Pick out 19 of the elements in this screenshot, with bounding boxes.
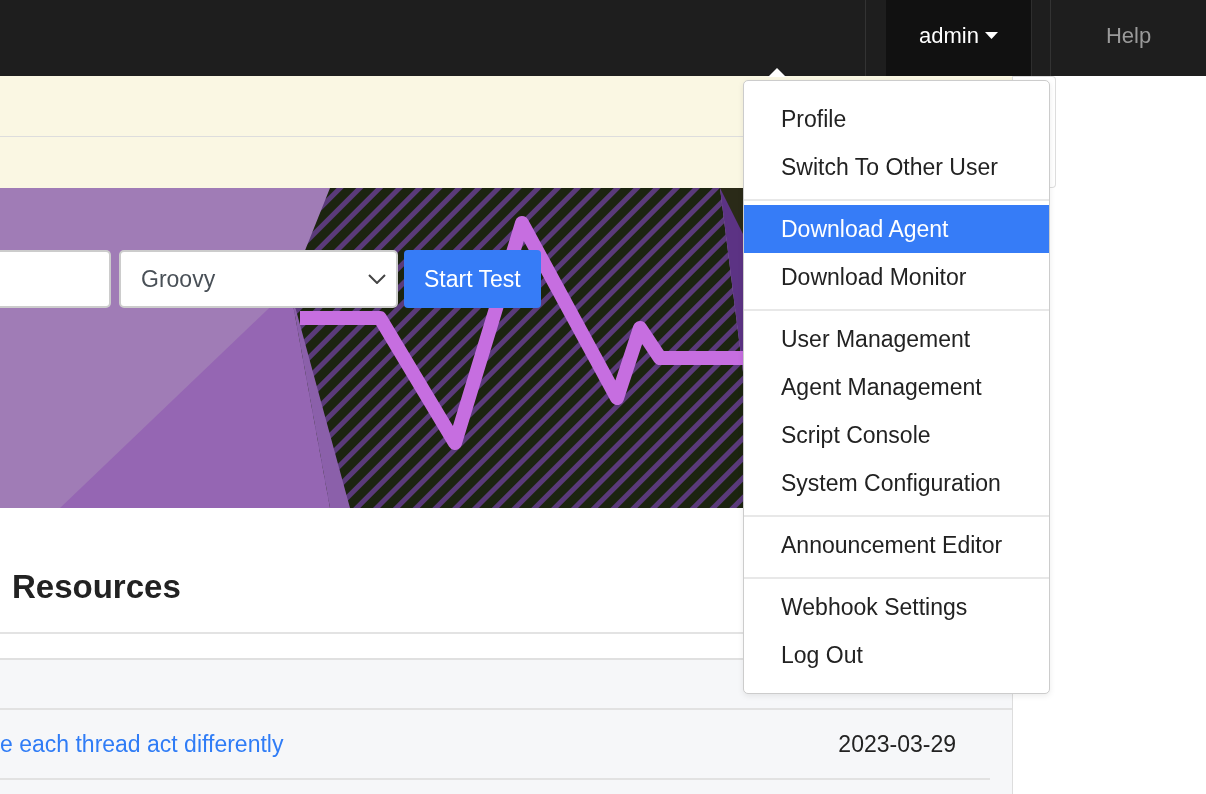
menu-item[interactable]: Script Console [744, 411, 1049, 459]
chevron-down-icon [368, 274, 386, 284]
menu-item[interactable]: Download Agent [744, 205, 1049, 253]
help-link[interactable]: Help [1050, 0, 1206, 76]
menu-item[interactable]: Switch To Other User [744, 143, 1049, 191]
menu-item[interactable]: System Configuration [744, 459, 1049, 507]
url-field[interactable] [0, 250, 111, 308]
row-link[interactable]: e each thread act differently [0, 730, 284, 758]
caret-icon [984, 32, 998, 40]
menu-item[interactable]: Agent Management [744, 363, 1049, 411]
start-test-button[interactable]: Start Test [404, 250, 541, 308]
row-date: 2023-03-29 [838, 730, 956, 758]
menu-item[interactable]: User Management [744, 315, 1049, 363]
menu-item[interactable]: Profile [744, 95, 1049, 143]
menu-item[interactable]: Log Out [744, 631, 1049, 679]
user-menu-toggle[interactable]: admin [886, 0, 1032, 76]
menu-pointer [768, 68, 786, 77]
menu-item[interactable]: Download Monitor [744, 253, 1049, 301]
script-type-select[interactable]: Groovy [119, 250, 398, 308]
